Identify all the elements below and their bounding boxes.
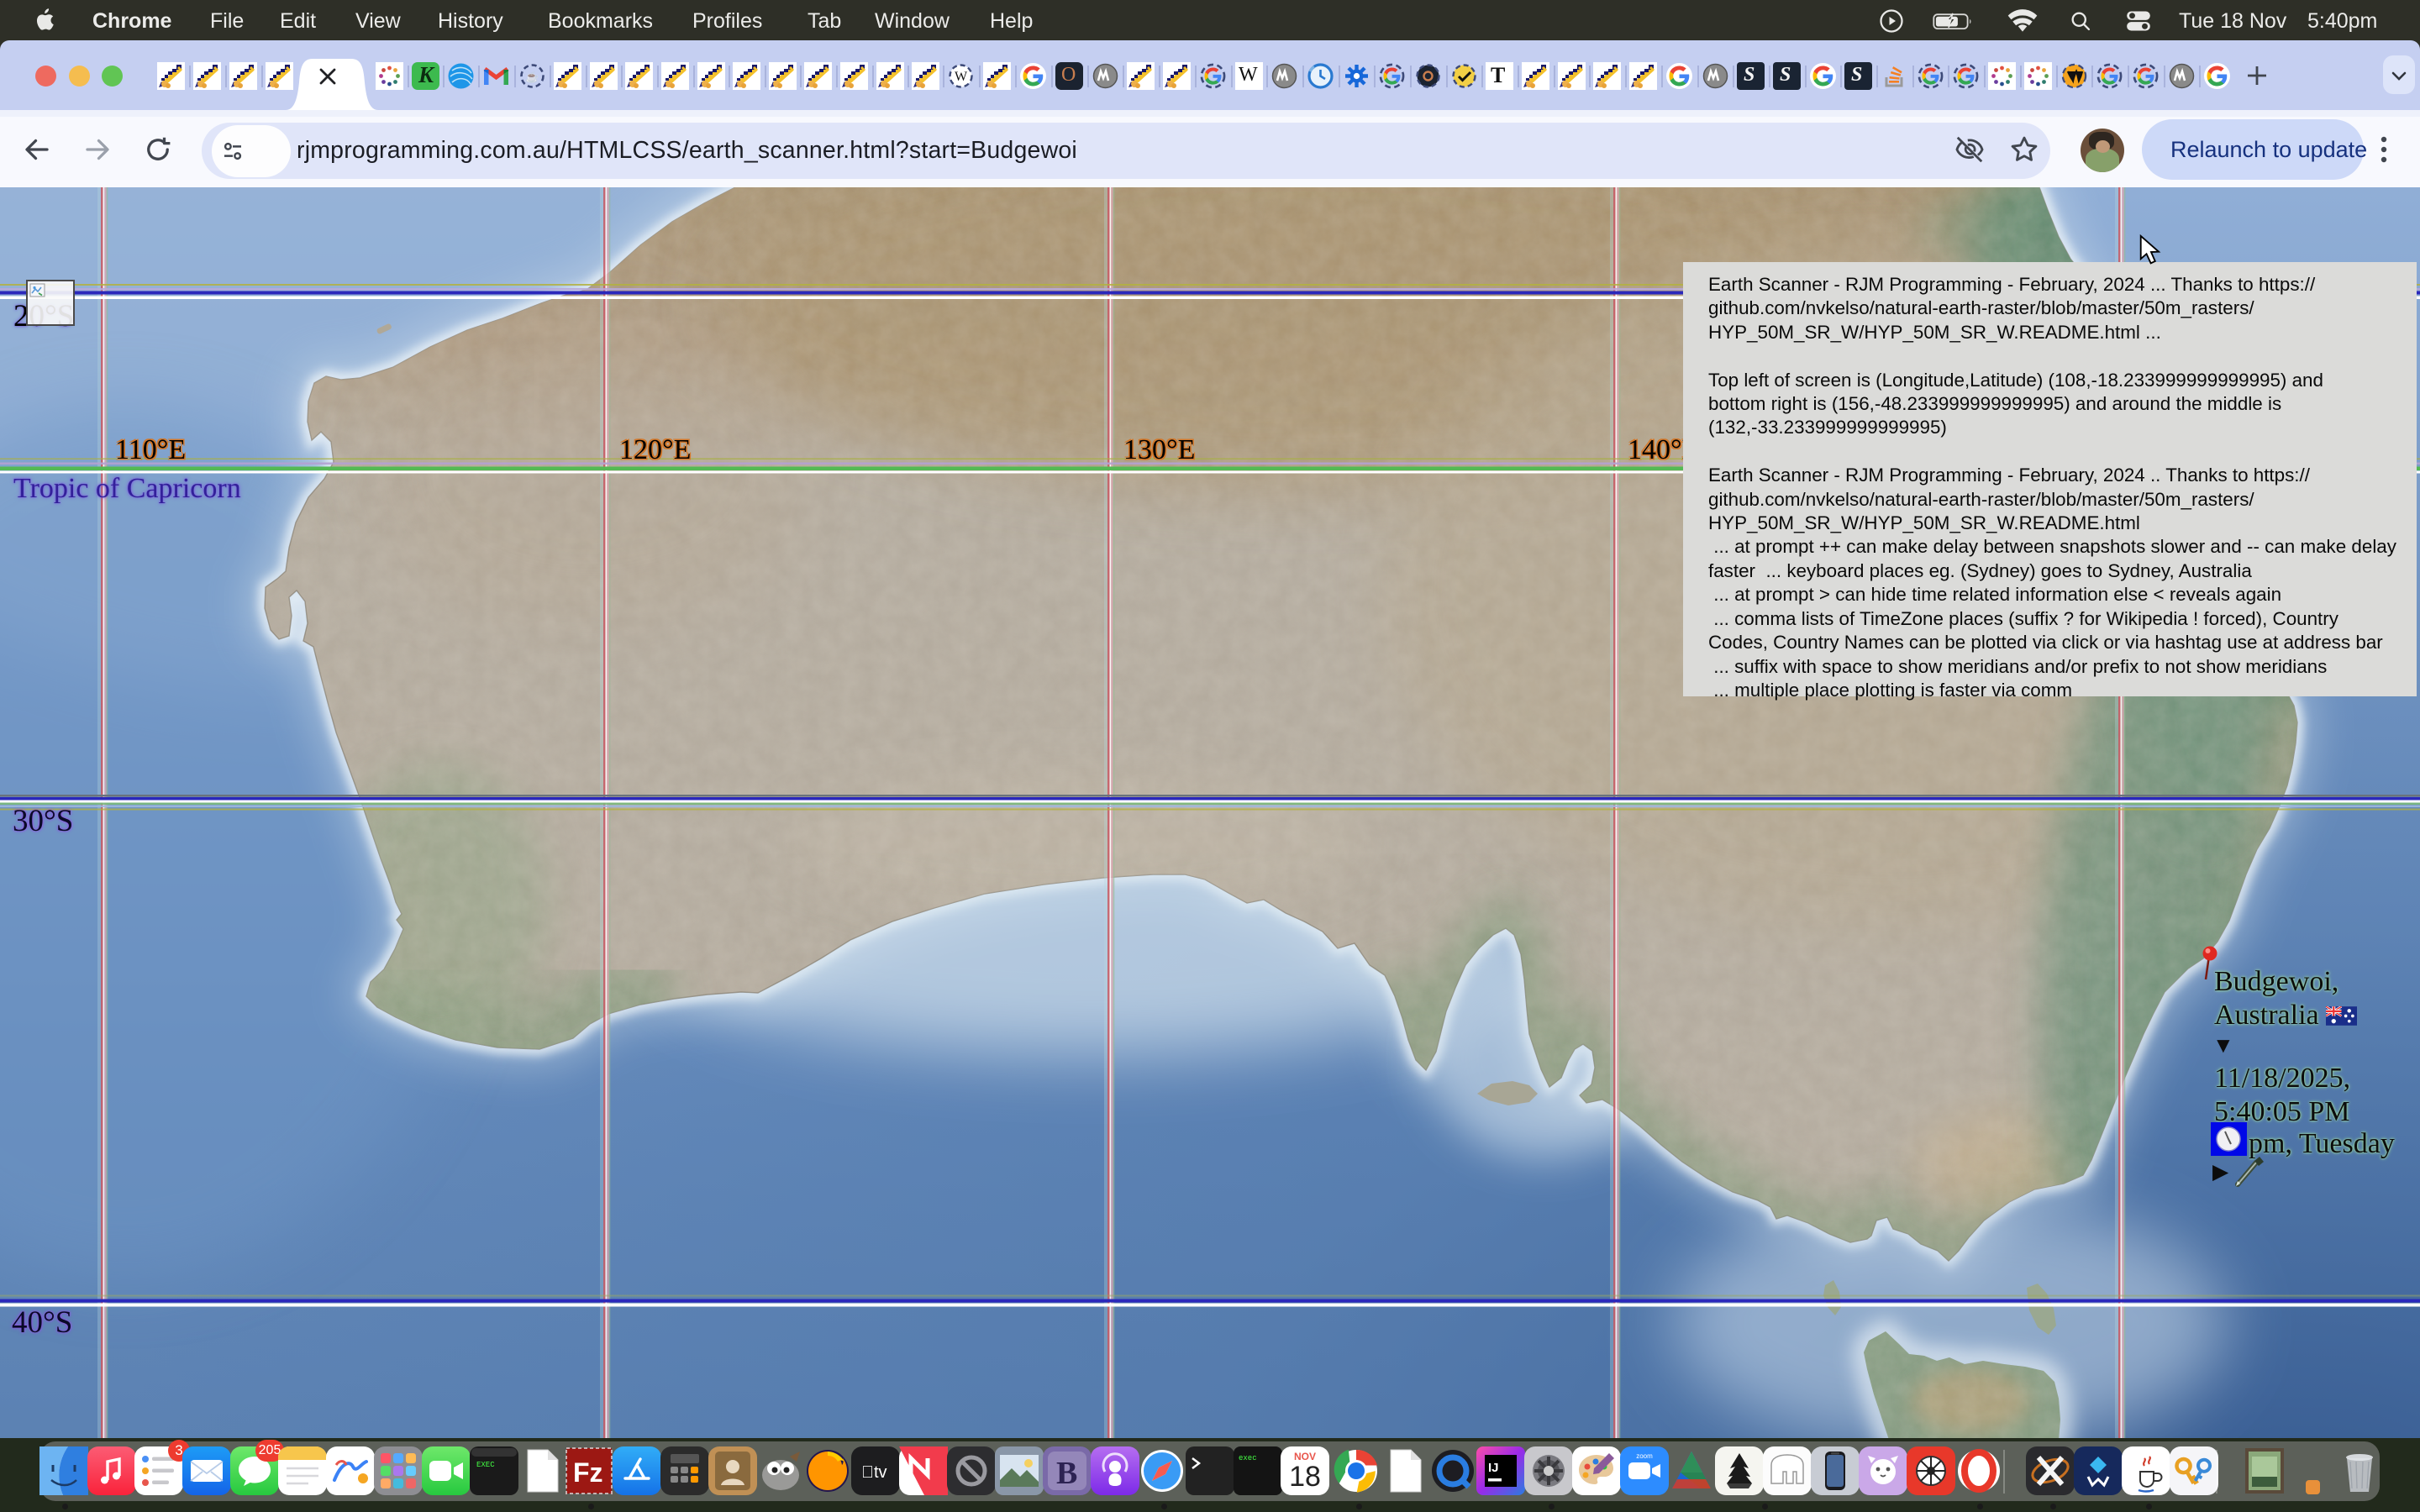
svg-text:Fz: Fz: [573, 1457, 603, 1488]
svg-text:exec: exec: [1239, 1454, 1257, 1462]
svg-text:tv: tv: [861, 1463, 887, 1482]
svg-text:18: 18: [1289, 1461, 1321, 1493]
svg-text:IJ: IJ: [1488, 1461, 1499, 1475]
svg-text:B: B: [1056, 1456, 1077, 1491]
svg-text:EXEC: EXEC: [476, 1461, 495, 1469]
svg-text:zoom: zoom: [1636, 1452, 1653, 1460]
